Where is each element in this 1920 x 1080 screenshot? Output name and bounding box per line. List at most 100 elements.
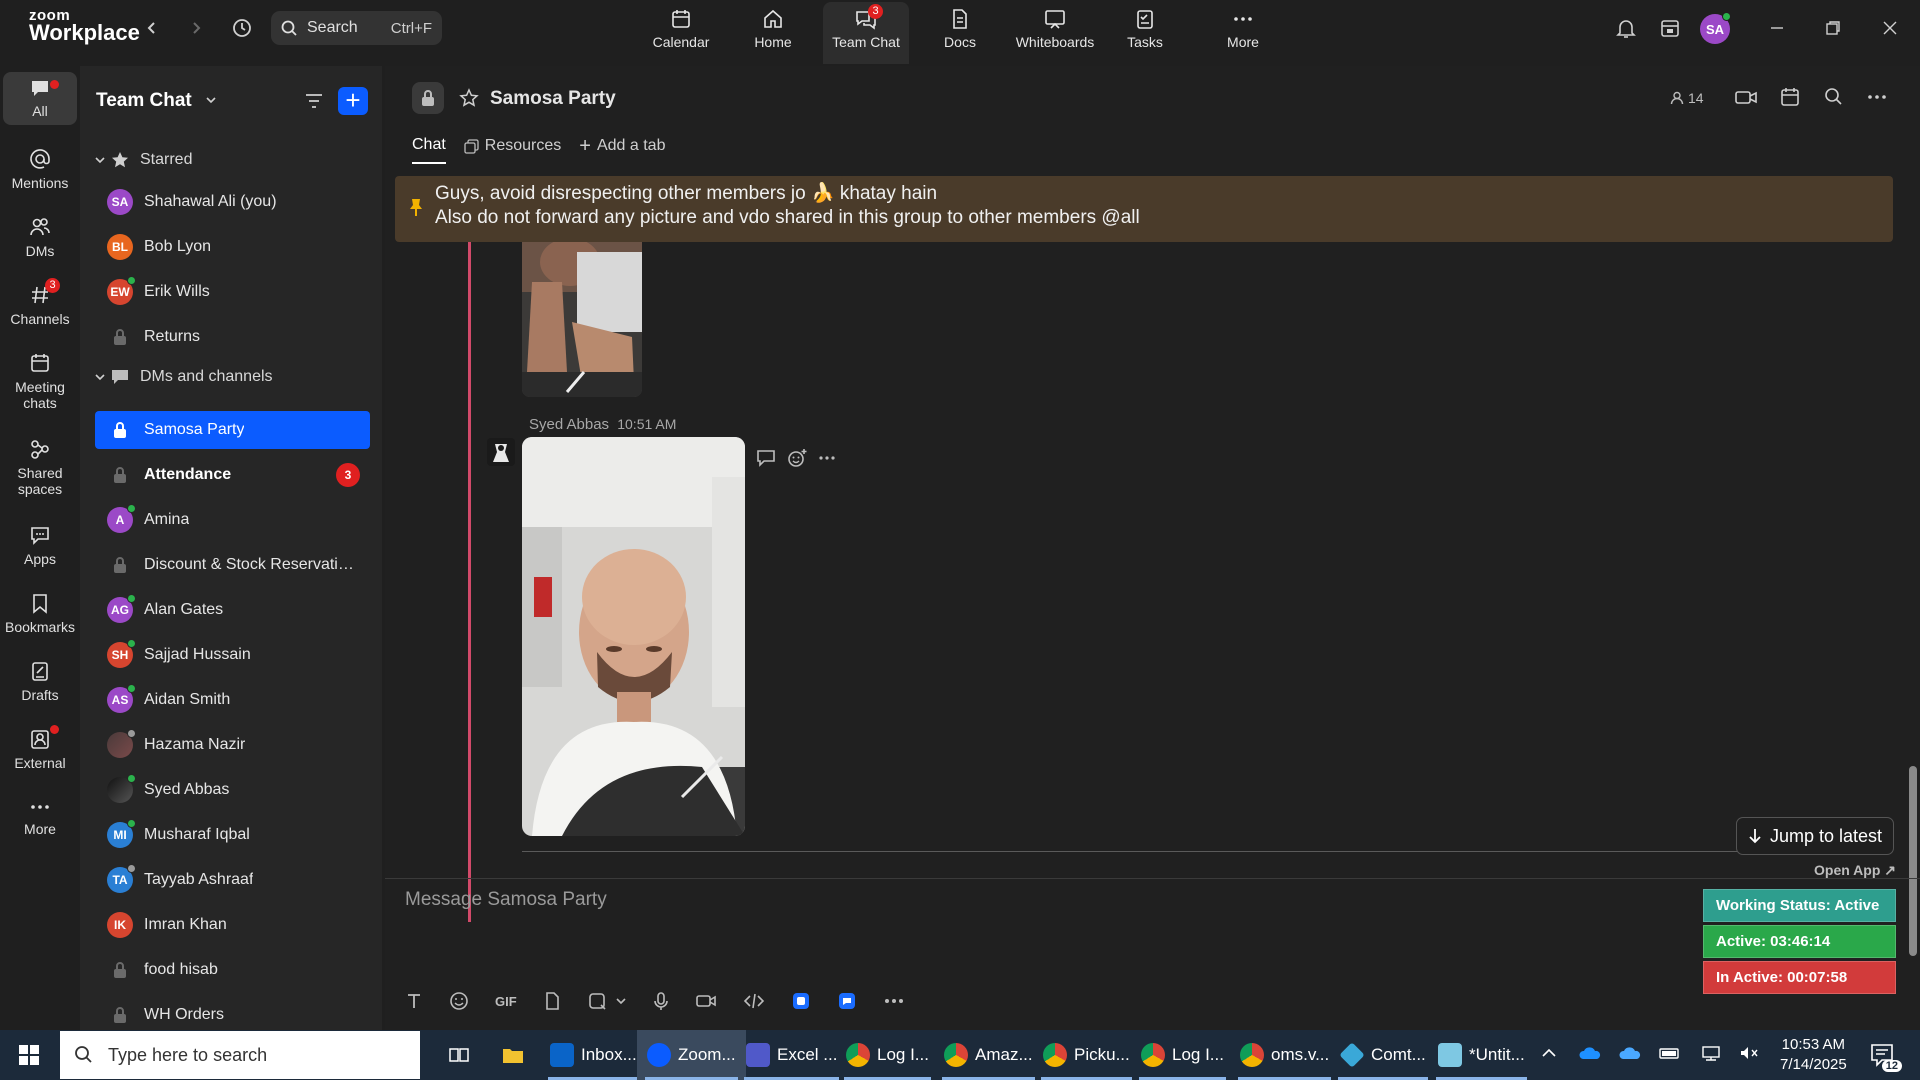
taskbar-app-comt[interactable]: Comt...	[1330, 1030, 1436, 1080]
sidebar-item-food-hisab[interactable]: food hisab	[95, 951, 370, 989]
sidebar-item-musharaf-iqbal[interactable]: MI Musharaf Iqbal	[95, 816, 370, 854]
message-sender[interactable]: Syed Abbas	[529, 416, 609, 433]
nav-docs[interactable]: Docs	[925, 8, 995, 60]
rail-shared-spaces[interactable]: Shared spaces	[3, 438, 77, 497]
taskbar-app-chrome-5[interactable]: oms.v...	[1230, 1030, 1339, 1080]
app-integration-icon[interactable]	[791, 991, 811, 1011]
back-arrow-icon[interactable]	[140, 16, 164, 40]
working-status-pill[interactable]: Working Status: Active	[1703, 889, 1896, 922]
rail-external[interactable]: External	[3, 725, 77, 771]
sidebar-item-amina[interactable]: A Amina	[95, 501, 370, 539]
rail-meeting-chats[interactable]: Meeting chats	[3, 352, 77, 411]
sidebar-item-sajjad-hussain[interactable]: SH Sajjad Hussain	[95, 636, 370, 674]
member-count[interactable]: 14	[1670, 90, 1704, 106]
tray-chevron-up-icon[interactable]	[1540, 1044, 1558, 1067]
tab-chat[interactable]: Chat	[412, 136, 446, 164]
taskbar-search-input[interactable]: Type here to search	[60, 1031, 420, 1079]
sidebar-item-imran-khan[interactable]: IK Imran Khan	[95, 906, 370, 944]
reply-icon[interactable]	[755, 448, 777, 473]
video-call-icon[interactable]	[1734, 87, 1758, 112]
nav-team-chat[interactable]: Team Chat 3	[823, 2, 909, 64]
onedrive-icon[interactable]	[1578, 1044, 1602, 1067]
gif-icon[interactable]: GIF	[495, 994, 517, 1009]
rail-apps[interactable]: Apps	[3, 524, 77, 567]
sidebar-item-returns[interactable]: Returns	[95, 318, 370, 356]
code-snippet-icon[interactable]	[743, 992, 765, 1010]
filter-icon[interactable]	[303, 90, 325, 117]
sidebar-item-tayyab-ashraaf[interactable]: TA Tayyab Ashraaf	[95, 861, 370, 899]
nav-calendar[interactable]: Calendar	[646, 8, 716, 60]
sender-avatar[interactable]	[487, 438, 515, 466]
taskbar-app-chrome-1[interactable]: Log I...	[836, 1030, 939, 1080]
scrollbar-thumb[interactable]	[1909, 766, 1917, 956]
more-options-icon[interactable]	[1866, 87, 1888, 112]
star-outline-icon[interactable]	[459, 88, 479, 113]
emoji-icon[interactable]	[449, 991, 469, 1011]
rail-channels[interactable]: Channels 3	[3, 278, 77, 327]
taskbar-app-chrome-3[interactable]: Picku...	[1033, 1030, 1140, 1080]
text-format-icon[interactable]	[405, 992, 423, 1010]
task-view-icon[interactable]	[436, 1030, 482, 1080]
sidebar-item-alan-gates[interactable]: AG Alan Gates	[95, 591, 370, 629]
bell-icon[interactable]	[1612, 14, 1640, 42]
chat-scrollbar[interactable]	[1909, 146, 1917, 1006]
open-app-link[interactable]: Open App ↗	[1703, 862, 1896, 879]
more-dots-icon[interactable]	[883, 991, 905, 1011]
message-input[interactable]: Message Samosa Party	[405, 889, 607, 911]
taskbar-app-outlook[interactable]: Inbox...	[540, 1030, 647, 1080]
section-dms-channels[interactable]: DMs and channels	[94, 368, 273, 386]
rail-all[interactable]: All	[3, 72, 77, 125]
message-image[interactable]	[522, 437, 745, 836]
schedule-calendar-icon[interactable]	[1779, 86, 1801, 113]
sidebar-item-hazama-nazir[interactable]: Hazama Nazir	[95, 726, 370, 764]
tab-resources[interactable]: Resources	[464, 136, 561, 164]
search-input[interactable]: Search Ctrl+F	[271, 11, 442, 45]
network-icon[interactable]	[1700, 1044, 1722, 1067]
search-icon[interactable]	[1824, 87, 1844, 112]
taskbar-app-chrome-4[interactable]: Log I...	[1131, 1030, 1234, 1080]
add-reaction-icon[interactable]	[786, 447, 808, 474]
close-window-icon[interactable]	[1875, 14, 1905, 42]
jump-to-latest-button[interactable]: Jump to latest	[1736, 817, 1894, 855]
channel-title[interactable]: Samosa Party	[490, 88, 616, 110]
taskbar-app-chrome-2[interactable]: Amaz...	[934, 1030, 1043, 1080]
section-starred[interactable]: Starred	[94, 150, 192, 170]
restore-window-icon[interactable]	[1818, 14, 1848, 42]
forward-arrow-icon[interactable]	[184, 16, 208, 40]
sidebar-item-aidan-smith[interactable]: AS Aidan Smith	[95, 681, 370, 719]
rail-drafts[interactable]: Drafts	[3, 660, 77, 703]
rail-dms[interactable]: DMs	[3, 216, 77, 259]
notification-center-icon[interactable]: 12	[1868, 1040, 1902, 1072]
app-chat-icon[interactable]	[837, 991, 857, 1011]
volume-muted-icon[interactable]	[1738, 1044, 1760, 1067]
sidebar-item-erik-wills[interactable]: EW Erik Wills	[95, 273, 370, 311]
message-image-previous[interactable]	[522, 242, 642, 397]
history-clock-icon[interactable]	[228, 14, 256, 42]
onedrive-business-icon[interactable]	[1618, 1044, 1642, 1067]
sidebar-item-shahawal-ali[interactable]: SA Shahawal Ali (you)	[95, 183, 370, 221]
tab-add[interactable]: + Add a tab	[579, 136, 665, 164]
file-attach-icon[interactable]	[543, 991, 561, 1011]
nav-tasks[interactable]: Tasks	[1110, 8, 1180, 60]
sidebar-item-discount-stock[interactable]: Discount & Stock Reservatio...	[95, 546, 370, 584]
taskbar-clock[interactable]: 10:53 AM 7/14/2025	[1780, 1035, 1847, 1075]
screenshot-icon[interactable]	[587, 991, 607, 1011]
sidebar-item-bob-lyon[interactable]: BL Bob Lyon	[95, 228, 370, 266]
microphone-icon[interactable]	[653, 991, 669, 1011]
nav-more[interactable]: More	[1208, 8, 1278, 60]
file-explorer-icon[interactable]	[490, 1030, 536, 1080]
taskbar-app-zoom[interactable]: Zoom...	[637, 1030, 746, 1080]
battery-icon[interactable]	[1658, 1044, 1682, 1067]
calendar-status-icon[interactable]	[1656, 14, 1684, 42]
rail-mentions[interactable]: Mentions	[3, 148, 77, 191]
minimize-icon[interactable]	[1762, 14, 1792, 42]
sidebar-title[interactable]: Team Chat	[96, 90, 217, 112]
pinned-message-banner[interactable]: Guys, avoid disrespecting other members …	[395, 176, 1893, 242]
new-chat-button[interactable]: +	[338, 87, 368, 115]
nav-whiteboards[interactable]: Whiteboards	[1010, 8, 1100, 60]
nav-home[interactable]: Home	[738, 8, 808, 60]
sidebar-item-wh-orders[interactable]: WH Orders	[95, 996, 370, 1030]
sidebar-item-samosa-party[interactable]: Samosa Party	[95, 411, 370, 449]
video-message-icon[interactable]	[695, 992, 717, 1010]
sidebar-item-attendance[interactable]: Attendance 3	[95, 456, 370, 494]
